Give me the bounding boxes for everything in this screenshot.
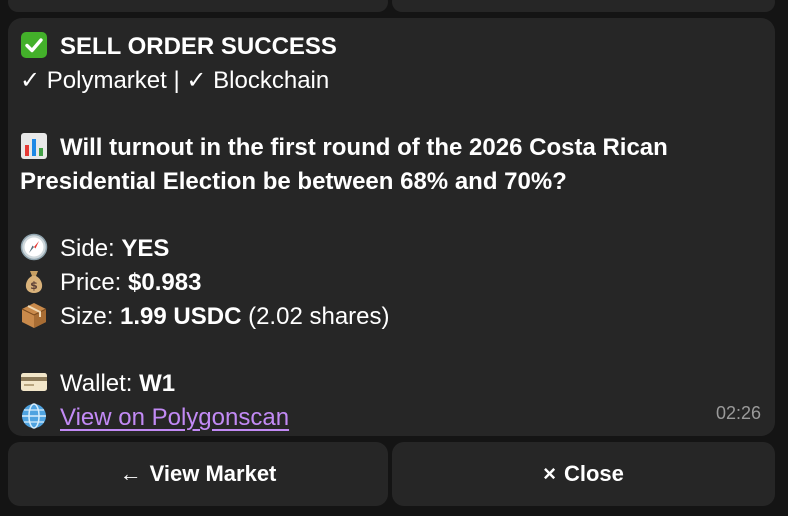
- wallet-value: W1: [139, 370, 176, 397]
- close-label: Close: [563, 461, 624, 486]
- globe-icon: [22, 403, 46, 429]
- price-label: Price:: [60, 269, 122, 296]
- market-question-line: Will turnout in the first round of the 2…: [20, 131, 763, 199]
- compass-icon: [20, 233, 48, 261]
- arrow-left-icon: ←: [119, 461, 142, 486]
- view-market-label: View Market: [149, 461, 277, 486]
- size-line: Size: 1.99 USDC (2.02 shares): [20, 300, 763, 334]
- size-shares: (2.02 shares): [248, 303, 390, 330]
- previous-message-stub-left: [8, 0, 388, 12]
- sources-line: ✓ Polymarket | ✓ Blockchain: [20, 67, 330, 94]
- side-label: Side:: [60, 235, 115, 262]
- size-value: 1.99 USDC: [120, 303, 242, 330]
- message-bubble: SELL ORDER SUCCESS ✓ Polymarket | ✓ Bloc…: [8, 18, 775, 436]
- size-label: Size:: [60, 303, 114, 330]
- side-line: Side: YES: [20, 232, 763, 266]
- credit-card-icon: [21, 373, 47, 391]
- close-button[interactable]: × Close: [392, 442, 775, 506]
- svg-text:$: $: [30, 279, 38, 292]
- wallet-label: Wallet:: [60, 370, 133, 397]
- message-timestamp: 02:26: [715, 403, 761, 423]
- bar-chart-icon: [21, 133, 47, 159]
- price-line: $ Price: $0.983: [20, 266, 763, 300]
- status-line: SELL ORDER SUCCESS: [20, 30, 763, 64]
- market-question: Will turnout in the first round of the 2…: [20, 134, 668, 195]
- check-mark-icon: [21, 32, 47, 58]
- link-line: View on Polygonscan: [20, 401, 763, 435]
- polygonscan-link[interactable]: View on Polygonscan: [60, 404, 289, 431]
- view-market-button[interactable]: ← View Market: [8, 442, 388, 506]
- close-icon: ×: [543, 461, 556, 486]
- package-icon: [21, 303, 47, 328]
- side-value: YES: [121, 235, 170, 262]
- status-text: SELL ORDER SUCCESS: [60, 33, 337, 60]
- wallet-line: Wallet: W1: [20, 367, 763, 401]
- money-bag-icon: $: [25, 271, 43, 293]
- previous-message-stub-right: [392, 0, 775, 12]
- price-value: $0.983: [128, 269, 202, 296]
